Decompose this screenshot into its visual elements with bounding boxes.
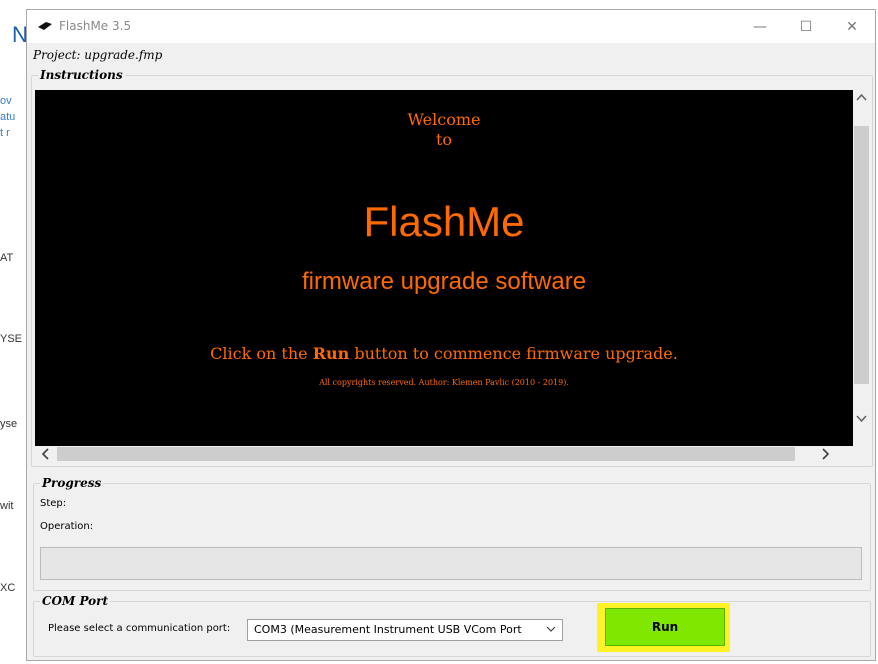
scroll-up-icon[interactable] [856,92,867,108]
com-port-group: COM Port Please select a communication p… [33,593,871,657]
run-instruction-bold: Run [312,344,350,363]
welcome-text: Welcome [407,110,481,129]
brand-subtitle: firmware upgrade software [301,268,587,295]
chevron-down-icon [546,623,556,638]
instructions-viewer[interactable]: Welcome to FlashMe firmware upgrade soft… [35,90,870,462]
instructions-legend: Instructions [38,67,125,83]
instructions-content: Welcome to FlashMe firmware upgrade soft… [35,90,853,446]
copyright-text: All copyrights reserved. Author: Klemen … [319,378,569,387]
project-label: Project: upgrade.fmp [33,48,163,62]
com-port-legend: COM Port [40,593,111,609]
background-app-edge: N ov atu t r AT YSE yse wit XC [0,0,26,664]
background-heading-letter: N [12,22,26,47]
background-text: t r [0,127,10,139]
close-button[interactable]: ✕ [829,10,875,43]
to-text: to [435,130,453,149]
instructions-group: Instructions Welcome to FlashMe firmware… [31,67,873,467]
run-button[interactable]: Run [605,608,725,646]
progress-group: Progress Step: Operation: [33,475,871,591]
minimize-button[interactable]: — [737,10,783,43]
com-port-select[interactable]: COM3 (Measurement Instrument USB VCom Po… [247,619,563,641]
background-text: AT [0,252,14,264]
background-text: wit [0,500,14,512]
background-text: atu [0,111,16,123]
step-label: Step: [40,498,67,509]
window-title: FlashMe 3.5 [59,19,132,33]
background-text: ov [0,95,12,107]
brand-title: FlashMe [363,198,525,245]
flashme-window: FlashMe 3.5 — ☐ ✕ Project: upgrade.fmp I… [26,9,876,661]
vertical-scrollbar[interactable] [853,90,870,446]
background-text: yse [0,418,18,430]
maximize-button[interactable]: ☐ [783,10,829,43]
background-text: YSE [0,333,23,345]
scroll-left-icon[interactable] [40,446,52,462]
progress-legend: Progress [40,475,104,491]
operation-label: Operation: [40,521,94,532]
com-port-selected-value: COM3 (Measurement Instrument USB VCom Po… [254,623,522,636]
run-instruction-after: button to commence firmware upgrade. [349,344,678,363]
scroll-right-icon[interactable] [819,446,831,462]
background-text: XC [0,582,16,594]
progress-bar [40,547,862,580]
horizontal-scroll-thumb[interactable] [57,447,795,461]
scrollbar-corner [853,446,870,462]
com-port-prompt: Please select a communication port: [48,623,231,634]
run-instruction-before: Click on the [210,344,313,363]
chip-icon [38,22,52,30]
vertical-scroll-thumb[interactable] [854,126,869,384]
scroll-down-icon[interactable] [856,412,867,428]
horizontal-scrollbar[interactable] [35,446,853,462]
run-instruction: Click on the Run button to commence firm… [35,344,853,363]
title-bar[interactable]: FlashMe 3.5 — ☐ ✕ [27,10,875,43]
